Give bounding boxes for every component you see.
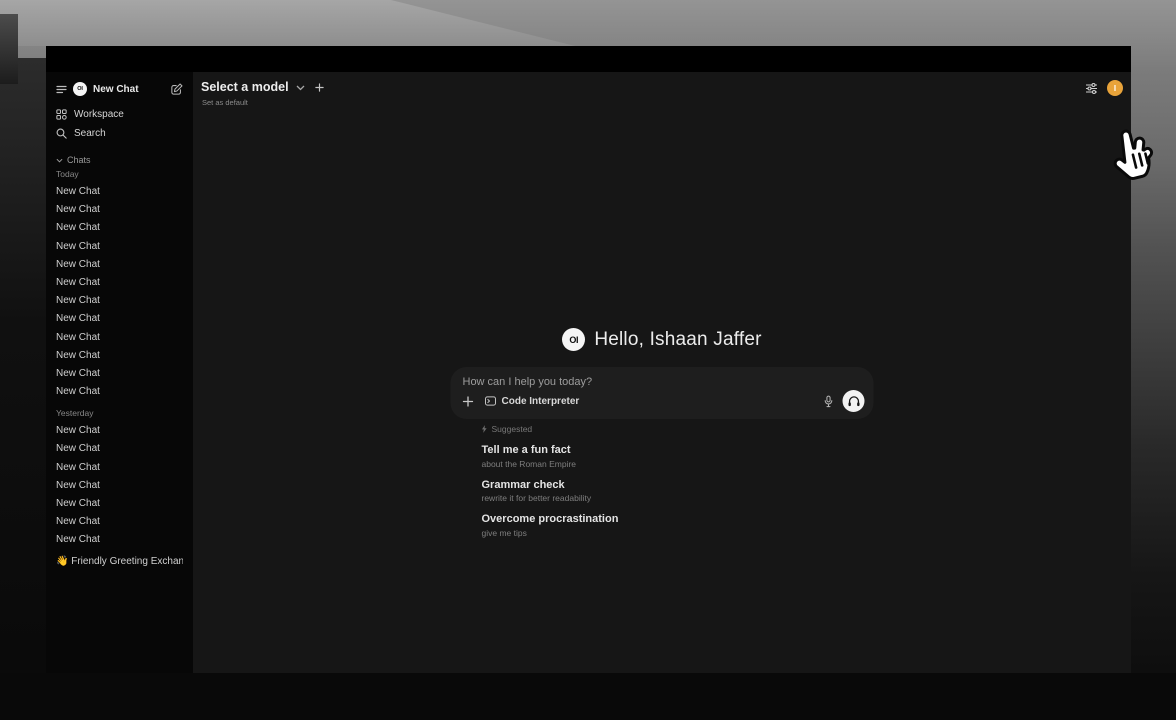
chat-group-label-yesterday: Yesterday — [56, 408, 183, 418]
sidebar-item-workspace[interactable]: Workspace — [56, 105, 183, 124]
suggested-prompt[interactable]: Tell me a fun fact about the Roman Empir… — [482, 444, 874, 469]
chat-list-item[interactable]: New Chat — [56, 219, 183, 237]
suggested-prompt-title: Overcome procrastination — [482, 513, 874, 525]
wallpaper-wedge — [0, 14, 18, 84]
chat-list-yesterday: New ChatNew ChatNew ChatNew ChatNew Chat… — [56, 422, 183, 549]
model-selector-label: Select a model — [201, 80, 289, 94]
suggested-prompt-subtitle: rewrite it for better readability — [482, 493, 874, 503]
bolt-icon — [482, 425, 488, 433]
set-as-default-button[interactable]: Set as default — [202, 98, 248, 107]
new-chat-icon[interactable] — [171, 83, 183, 95]
code-interpreter-icon — [485, 396, 497, 406]
chat-list-item[interactable]: New Chat — [56, 459, 183, 477]
search-icon — [56, 128, 67, 139]
user-avatar[interactable]: I — [1107, 80, 1123, 96]
composer-right-actions — [824, 390, 865, 412]
chat-list-item[interactable]: New Chat — [56, 347, 183, 365]
chat-list-item[interactable]: New Chat — [56, 310, 183, 328]
main-pane: Select a model Set as default — [193, 72, 1131, 673]
sidebar-item-label: Workspace — [74, 109, 124, 120]
window-titlebar — [46, 46, 1131, 72]
chat-list-item[interactable]: New Chat — [56, 531, 183, 549]
chat-list-item[interactable]: New Chat — [56, 495, 183, 513]
chevron-down-icon — [296, 85, 305, 91]
suggested-prompt[interactable]: Grammar check rewrite it for better read… — [482, 479, 874, 504]
microphone-icon[interactable] — [824, 395, 834, 408]
attach-plus-icon[interactable] — [463, 396, 474, 407]
message-composer[interactable]: Code Interpreter — [451, 367, 874, 419]
chat-list-item[interactable]: New Chat — [56, 183, 183, 201]
greeting-row: OI Hello, Ishaan Jaffer — [193, 328, 1131, 351]
app-window: OI New Chat — [46, 46, 1131, 673]
chevron-down-icon — [56, 158, 63, 163]
chat-list-item[interactable]: New Chat — [56, 365, 183, 383]
sidebar-item-search[interactable]: Search — [56, 124, 183, 143]
chat-list-item[interactable]: New Chat — [56, 256, 183, 274]
wallpaper-bottom-strip — [0, 673, 1176, 720]
chat-list-item[interactable]: New Chat — [56, 383, 183, 401]
wallpaper-shape — [0, 0, 575, 46]
openwebui-logo: OI — [562, 328, 585, 351]
workspace-grid-icon — [56, 109, 67, 120]
wallpaper-left-strip — [0, 58, 46, 720]
code-interpreter-label: Code Interpreter — [502, 396, 580, 407]
chat-list-item[interactable]: New Chat — [56, 440, 183, 458]
suggested-prompt[interactable]: Overcome procrastination give me tips — [482, 513, 874, 538]
voice-call-button[interactable] — [843, 390, 865, 412]
suggested-prompt-title: Grammar check — [482, 479, 874, 491]
suggested-label-row: Suggested — [482, 424, 874, 434]
chat-list-item[interactable]: New Chat — [56, 201, 183, 219]
chats-section-toggle[interactable]: Chats — [56, 153, 183, 167]
sidebar: OI New Chat — [46, 72, 193, 673]
code-interpreter-toggle[interactable]: Code Interpreter — [485, 396, 580, 407]
suggested-label: Suggested — [492, 424, 533, 434]
message-input[interactable] — [463, 376, 862, 388]
composer-actions: Code Interpreter — [463, 390, 865, 412]
sidebar-title: New Chat — [93, 84, 139, 95]
chats-section-label: Chats — [67, 155, 91, 165]
topbar-right: I — [1085, 80, 1123, 96]
suggested-prompts: Suggested Tell me a fun fact about the R… — [451, 424, 874, 538]
controls-sliders-icon[interactable] — [1085, 82, 1098, 95]
chat-list-item[interactable]: New Chat — [56, 292, 183, 310]
sidebar-item-label: Search — [74, 128, 106, 139]
mouse-cursor-hand — [1106, 126, 1158, 186]
chat-list-item[interactable]: New Chat — [56, 274, 183, 292]
suggested-list: Tell me a fun fact about the Roman Empir… — [482, 444, 874, 538]
chat-list-item-named[interactable]: 👋 Friendly Greeting Exchange — [56, 553, 183, 571]
desktop: OI New Chat — [0, 0, 1176, 720]
sidebar-toggle-icon[interactable] — [56, 85, 67, 94]
openwebui-logo: OI — [73, 82, 87, 96]
suggested-prompt-title: Tell me a fun fact — [482, 444, 874, 456]
sidebar-header: OI New Chat — [56, 80, 183, 98]
greeting-text: Hello, Ishaan Jaffer — [594, 329, 761, 351]
chat-list-item[interactable]: New Chat — [56, 329, 183, 347]
chat-group-label-today: Today — [56, 169, 183, 179]
chat-list-item[interactable]: New Chat — [56, 513, 183, 531]
suggested-prompt-subtitle: about the Roman Empire — [482, 459, 874, 469]
chat-list-item[interactable]: New Chat — [56, 422, 183, 440]
model-selector[interactable]: Select a model — [201, 80, 324, 94]
chat-list-item[interactable]: New Chat — [56, 477, 183, 495]
add-model-icon[interactable] — [315, 83, 324, 92]
chat-list-today: New ChatNew ChatNew ChatNew ChatNew Chat… — [56, 183, 183, 401]
suggested-prompt-subtitle: give me tips — [482, 528, 874, 538]
chat-list-item[interactable]: New Chat — [56, 238, 183, 256]
app-body: OI New Chat — [46, 72, 1131, 673]
